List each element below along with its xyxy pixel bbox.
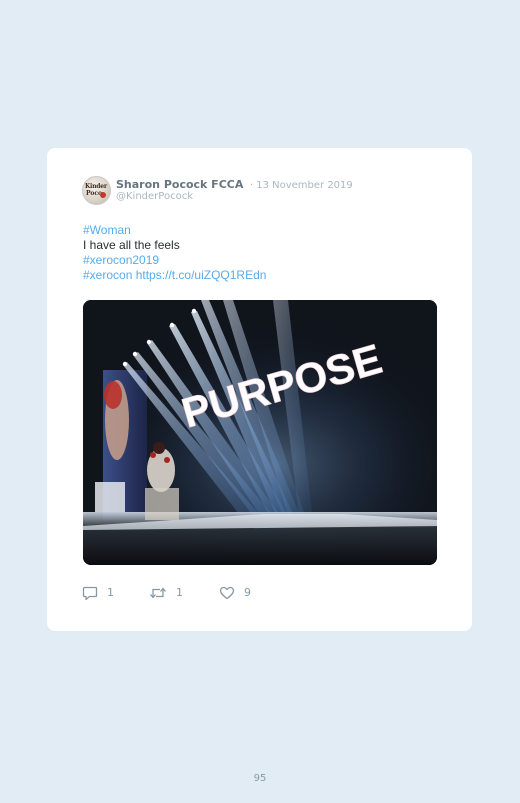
reply-icon	[82, 586, 98, 601]
stage-photo: PURPOSE	[83, 300, 437, 565]
author-handle[interactable]: @KinderPocock	[116, 191, 193, 203]
retweet-icon	[150, 587, 166, 599]
author-avatar[interactable]: Kinder Poco	[82, 176, 111, 205]
tweet-date[interactable]: · 13 November 2019	[250, 180, 353, 191]
page-number: 95	[253, 773, 267, 784]
author-name[interactable]: Sharon Pocock FCCA	[116, 178, 243, 191]
retweet-action[interactable]: 1	[149, 585, 183, 601]
hashtag-link[interactable]: #xerocon	[83, 268, 132, 282]
tweet-text-line: I have all the feels	[83, 238, 180, 252]
reply-count: 1	[107, 586, 114, 599]
retweet-count: 1	[176, 586, 183, 599]
heart-icon	[219, 586, 235, 600]
like-action[interactable]: 9	[219, 585, 251, 601]
reply-action[interactable]: 1	[82, 585, 114, 601]
tweet-media-image[interactable]: PURPOSE	[83, 300, 437, 565]
author-row: Sharon Pocock FCCA · 13 November 2019	[116, 178, 353, 192]
tweet-url-link[interactable]: https://t.co/uiZQQ1REdn	[136, 268, 267, 282]
hashtag-link[interactable]: #Woman	[83, 223, 266, 238]
like-count: 9	[244, 586, 251, 599]
hashtag-link[interactable]: #xerocon2019	[83, 253, 266, 268]
tweet-text: #Woman I have all the feels #xerocon2019…	[83, 223, 266, 283]
tweet-card: Kinder Poco Sharon Pocock FCCA · 13 Nove…	[47, 148, 472, 631]
